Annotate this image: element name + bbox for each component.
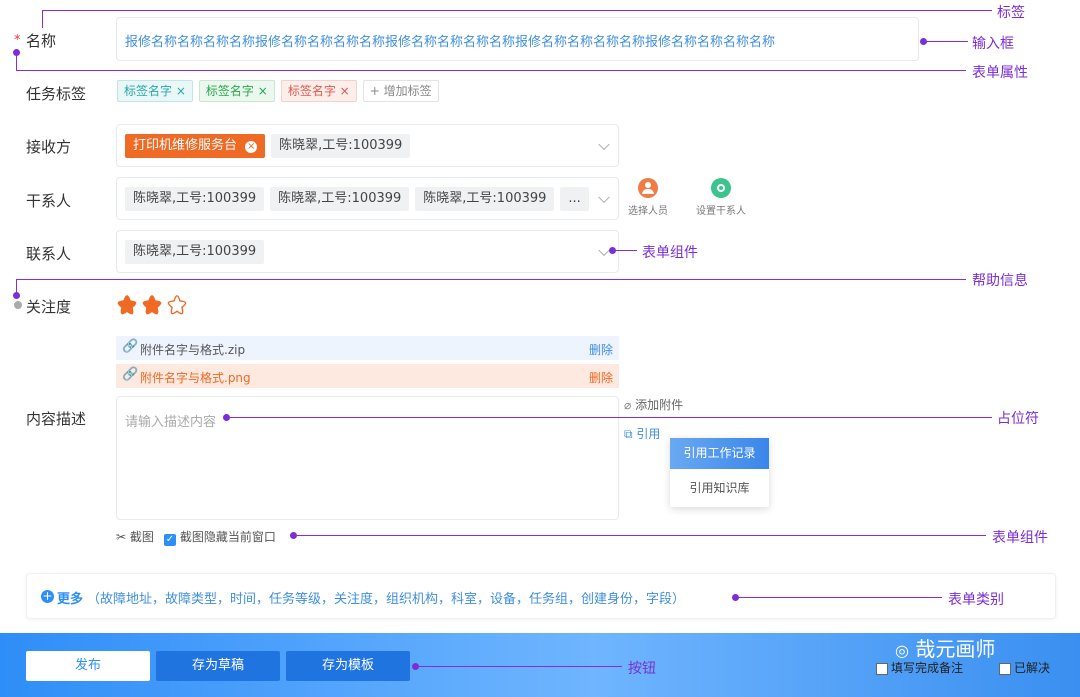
set-stakeholder-button[interactable]: 设置干系人 bbox=[690, 178, 752, 217]
attachment-item[interactable]: 🔗 附件名字与格式.zip 删除 bbox=[116, 336, 619, 360]
paperclip-icon: 🔗 bbox=[122, 367, 139, 382]
contact-select[interactable]: 陈晓翠,工号:100399 bbox=[116, 230, 619, 273]
name-input-value: 报修名称名称名称名称报修名称名称名称名称报修名称名称名称名称报修名称名称名称名称… bbox=[125, 35, 776, 50]
tag-chip-3[interactable]: 标签名字 × bbox=[280, 80, 357, 102]
annotation-form-attr: 表单属性 bbox=[972, 65, 1028, 81]
link-icon: ⧉ bbox=[624, 427, 633, 441]
star-icon[interactable] bbox=[141, 294, 163, 316]
select-person-button[interactable]: 选择人员 bbox=[622, 178, 674, 217]
stakeholder-select[interactable]: 陈晓翠,工号:100399 陈晓翠,工号:100399 陈晓翠,工号:100399.… bbox=[116, 177, 619, 220]
attention-rating[interactable] bbox=[116, 294, 196, 316]
stakeholder-more-chip[interactable]: ... bbox=[560, 187, 589, 211]
quote-menu: 引用工作记录 引用知识库 bbox=[670, 438, 769, 507]
add-tag-button[interactable]: + 增加标签 bbox=[362, 80, 439, 102]
star-icon[interactable] bbox=[116, 294, 138, 316]
receiver-secondary-chip[interactable]: 陈晓翠,工号:100399 bbox=[271, 134, 411, 158]
name-input[interactable]: 报修名称名称名称名称报修名称名称名称名称报修名称名称名称名称报修名称名称名称名称… bbox=[116, 17, 919, 61]
chevron-down-icon[interactable] bbox=[598, 138, 610, 150]
chevron-down-icon[interactable] bbox=[598, 191, 610, 203]
annotation-help-info: 帮助信息 bbox=[972, 273, 1028, 289]
close-icon[interactable]: × bbox=[340, 84, 350, 98]
plus-circle-icon: + bbox=[41, 589, 54, 603]
tag-chip-1[interactable]: 标签名字 × bbox=[117, 80, 193, 102]
stakeholder-chip[interactable]: 陈晓翠,工号:100399 bbox=[270, 187, 410, 211]
delete-link[interactable]: 删除 bbox=[589, 369, 613, 386]
attachment-item[interactable]: 🔗 附件名字与格式.png 删除 bbox=[116, 364, 619, 388]
screenshot-button[interactable]: ✂ 截图 bbox=[116, 528, 154, 545]
annotation-dot bbox=[13, 292, 20, 299]
attention-label: 关注度 bbox=[26, 298, 72, 316]
receiver-select[interactable]: 打印机维修服务台 × 陈晓翠,工号:100399 bbox=[116, 124, 619, 167]
checkbox-icon bbox=[876, 662, 888, 675]
save-template-button[interactable]: 存为模板 bbox=[286, 651, 410, 681]
quote-menu-item-knowledge[interactable]: 引用知识库 bbox=[670, 469, 769, 507]
stakeholder-chip[interactable]: 陈晓翠,工号:100399 bbox=[415, 187, 555, 211]
annotation-line bbox=[42, 10, 43, 28]
annotation-line bbox=[16, 52, 17, 70]
description-label: 内容描述 bbox=[26, 410, 87, 428]
scissors-icon: ✂ bbox=[116, 530, 127, 544]
checkbox-icon bbox=[999, 662, 1011, 675]
description-textarea[interactable]: 请输入描述内容 bbox=[116, 396, 619, 520]
gear-icon bbox=[711, 178, 731, 198]
quote-menu-item-work-record[interactable]: 引用工作记录 bbox=[670, 438, 769, 469]
watermark: ◎ 哉元画师 bbox=[895, 637, 996, 661]
close-icon[interactable]: × bbox=[176, 84, 186, 98]
more-section[interactable]: + 更多 （故障地址，故障类型，时间，任务等级，关注度，组织机构，科室，设备，任… bbox=[26, 573, 1056, 619]
save-draft-button[interactable]: 存为草稿 bbox=[156, 651, 280, 681]
annotation-placeholder: 占位符 bbox=[997, 411, 1039, 427]
task-tags: 标签名字 × 标签名字 × 标签名字 × + 增加标签 bbox=[117, 80, 445, 102]
user-icon bbox=[638, 178, 658, 198]
add-attachment-button[interactable]: ⌀ 添加附件 bbox=[624, 396, 683, 413]
chevron-down-icon[interactable] bbox=[598, 244, 610, 256]
close-icon[interactable]: × bbox=[258, 84, 268, 98]
annotation-line bbox=[227, 417, 992, 418]
hide-window-checkbox[interactable]: ✓ 截图隐藏当前窗口 bbox=[164, 528, 276, 546]
annotation-input-box: 输入框 bbox=[972, 36, 1014, 52]
annotation-line bbox=[16, 70, 966, 71]
description-placeholder: 请输入描述内容 bbox=[125, 415, 217, 430]
task-tags-label: 任务标签 bbox=[26, 85, 87, 103]
stakeholder-label: 干系人 bbox=[26, 192, 72, 210]
annotation-form-category: 表单类别 bbox=[948, 592, 1004, 608]
tag-chip-2[interactable]: 标签名字 × bbox=[198, 80, 275, 102]
quote-button[interactable]: ⧉ 引用 bbox=[624, 425, 660, 442]
annotation-line bbox=[294, 535, 986, 536]
annotation-line bbox=[16, 279, 966, 280]
receiver-label: 接收方 bbox=[26, 138, 72, 156]
publish-button[interactable]: 发布 bbox=[26, 651, 150, 681]
annotation-line bbox=[924, 41, 968, 42]
wechat-icon: ◎ bbox=[895, 641, 909, 660]
annotation-line bbox=[736, 597, 942, 598]
annotation-form-component: 表单组件 bbox=[992, 530, 1048, 546]
help-dot[interactable] bbox=[14, 301, 22, 309]
contact-chip[interactable]: 陈晓翠,工号:100399 bbox=[125, 240, 265, 264]
annotation-form-component: 表单组件 bbox=[642, 245, 698, 261]
checkbox-checked-icon: ✓ bbox=[164, 534, 176, 546]
close-circle-icon[interactable]: × bbox=[245, 141, 258, 153]
delete-link[interactable]: 删除 bbox=[589, 341, 613, 358]
annotation-button: 按钮 bbox=[628, 661, 656, 677]
resolved-checkbox[interactable]: 已解决 bbox=[999, 659, 1050, 676]
name-label: 名称 bbox=[26, 32, 57, 50]
annotation-line bbox=[416, 666, 622, 667]
annotation-tag-label: 标签 bbox=[997, 5, 1025, 21]
annotation-line bbox=[42, 10, 992, 11]
star-icon[interactable] bbox=[166, 294, 188, 316]
fill-remark-checkbox[interactable]: 填写完成备注 bbox=[876, 659, 963, 676]
contact-label: 联系人 bbox=[26, 245, 72, 263]
required-asterisk: * bbox=[14, 33, 21, 48]
annotation-line bbox=[613, 250, 637, 251]
paperclip-icon: ⌀ bbox=[624, 398, 632, 412]
paperclip-icon: 🔗 bbox=[122, 339, 139, 354]
receiver-primary-chip[interactable]: 打印机维修服务台 × bbox=[125, 134, 266, 158]
stakeholder-chip[interactable]: 陈晓翠,工号:100399 bbox=[125, 187, 265, 211]
